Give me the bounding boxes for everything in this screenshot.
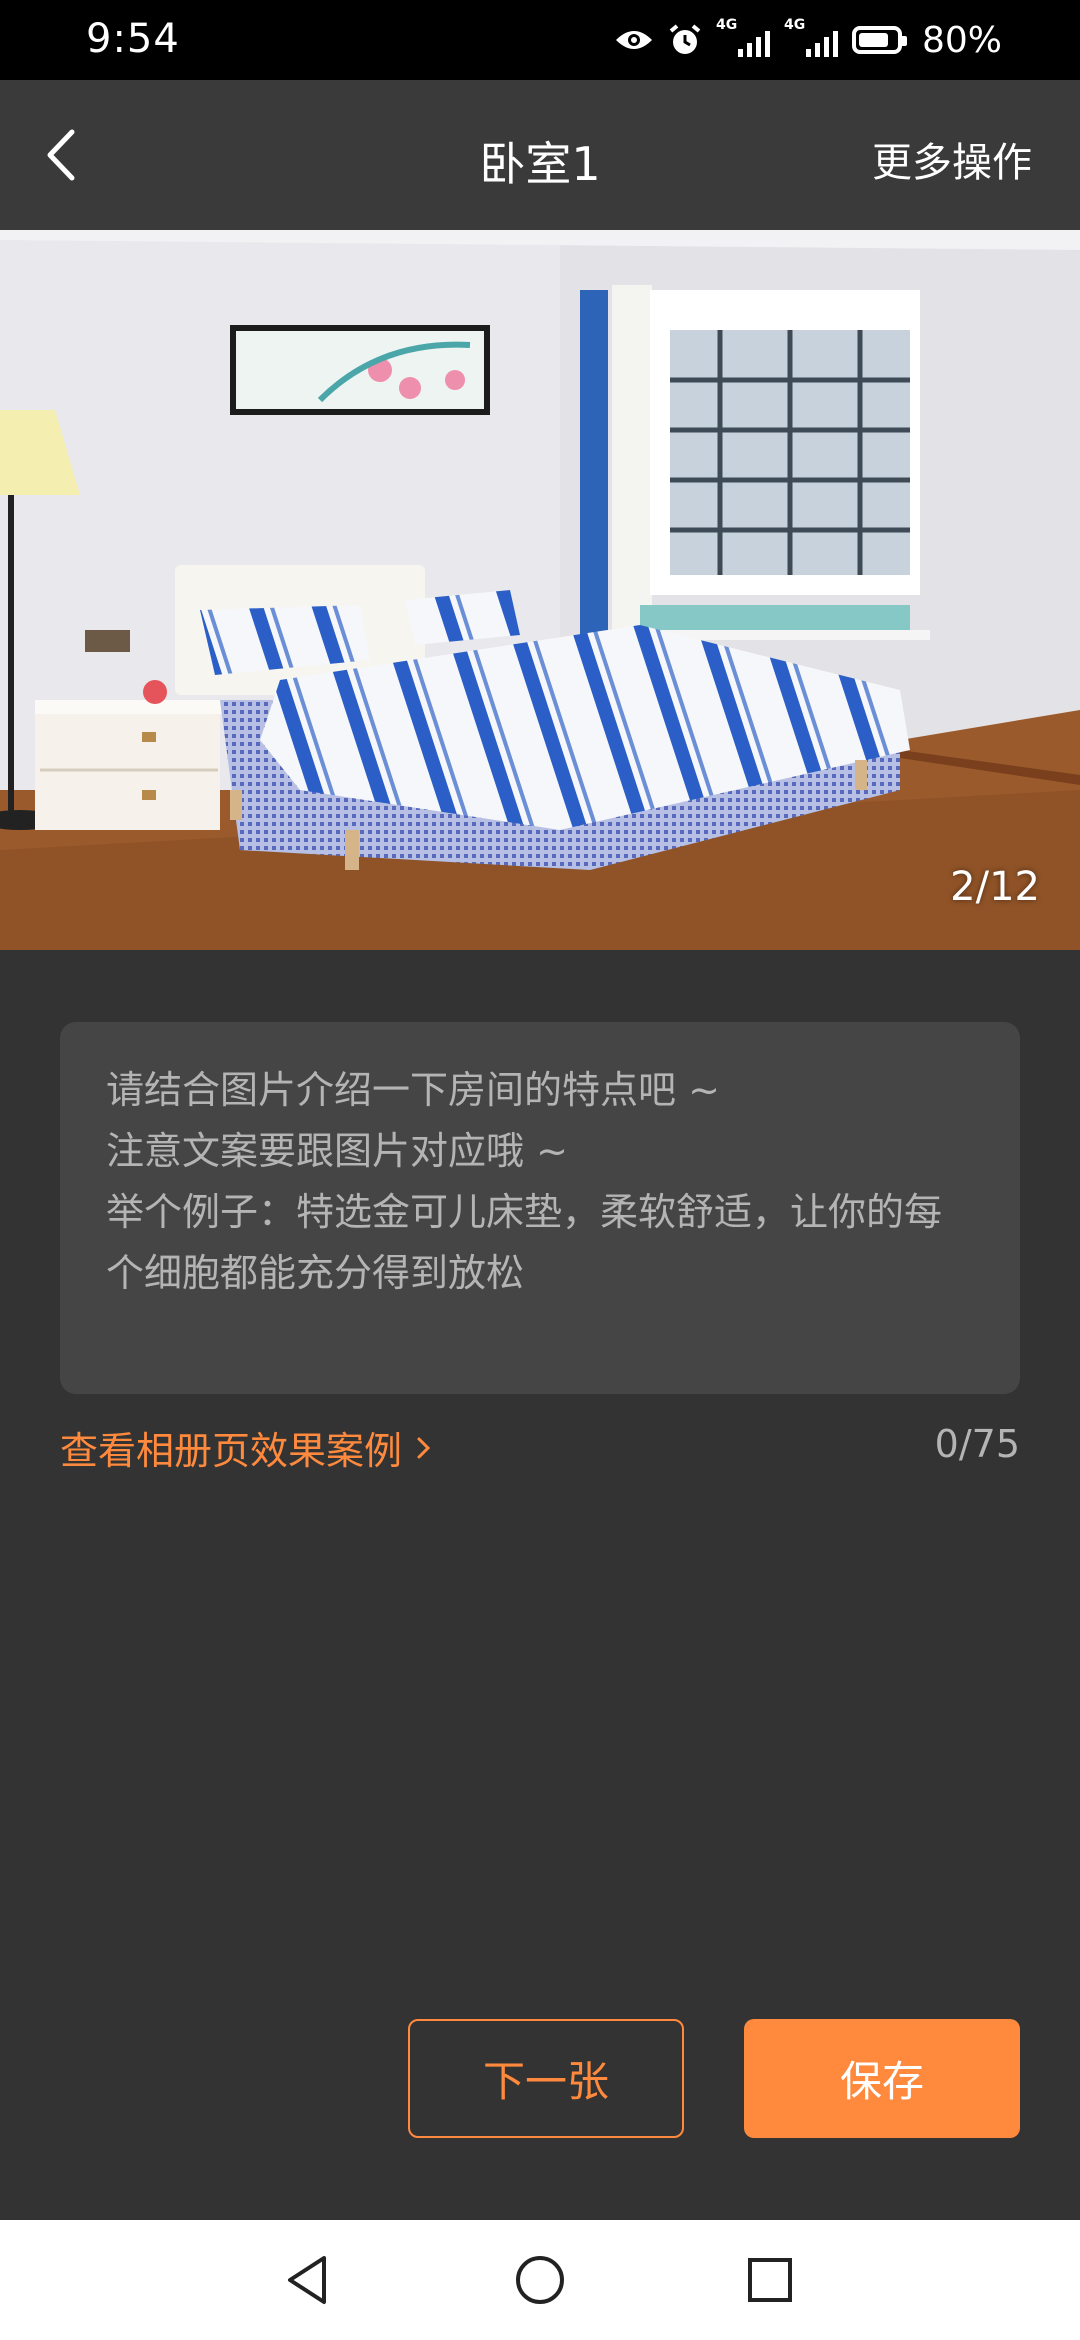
room-description-input[interactable]: 请结合图片介绍一下房间的特点吧 ~ 注意文案要跟图片对应哦 ~ 举个例子：特选金… [60, 1022, 1020, 1394]
signal-icon-1: 4G [716, 17, 770, 57]
nav-recents-icon[interactable] [738, 2248, 802, 2312]
screen: 9:54 4G 4G 80% 卧室1 更多操作 2/12 请结合图片介绍一下房间… [0, 0, 1080, 2340]
status-bar: 9:54 4G 4G 80% [0, 0, 1080, 80]
character-count: 0/75 [934, 1422, 1020, 1466]
battery-icon [851, 26, 907, 54]
network-type-2: 4G [783, 17, 806, 33]
signal-icon-2: 4G [784, 17, 838, 57]
back-button[interactable] [30, 120, 100, 190]
nav-bar: 卧室1 更多操作 [0, 80, 1080, 230]
room-photo[interactable]: 2/12 [0, 230, 1080, 950]
system-navigation-bar [0, 2220, 1080, 2340]
save-button[interactable]: 保存 [744, 2019, 1020, 2138]
battery-percent: 80% [921, 19, 1002, 61]
next-photo-button[interactable]: 下一张 [408, 2019, 684, 2138]
view-album-example-link[interactable]: 查看相册页效果案例 [60, 1420, 434, 1475]
photo-counter: 2/12 [950, 864, 1040, 910]
eye-icon [615, 31, 652, 49]
status-icons: 4G 4G 80% [614, 14, 1002, 66]
chevron-right-icon [417, 1437, 431, 1458]
chevron-left-icon [47, 129, 75, 181]
nav-back-icon[interactable] [276, 2248, 340, 2312]
nav-home-icon[interactable] [508, 2248, 572, 2312]
case-link-label: 查看相册页效果案例 [60, 1429, 403, 1473]
description-placeholder: 请结合图片介绍一下房间的特点吧 ~ 注意文案要跟图片对应哦 ~ 举个例子：特选金… [106, 1068, 943, 1295]
bedroom-photo-image [0, 230, 1080, 950]
alarm-icon [669, 24, 701, 54]
network-type-1: 4G [715, 17, 738, 33]
status-time: 9:54 [86, 16, 180, 62]
more-actions-button[interactable]: 更多操作 [872, 130, 1032, 188]
